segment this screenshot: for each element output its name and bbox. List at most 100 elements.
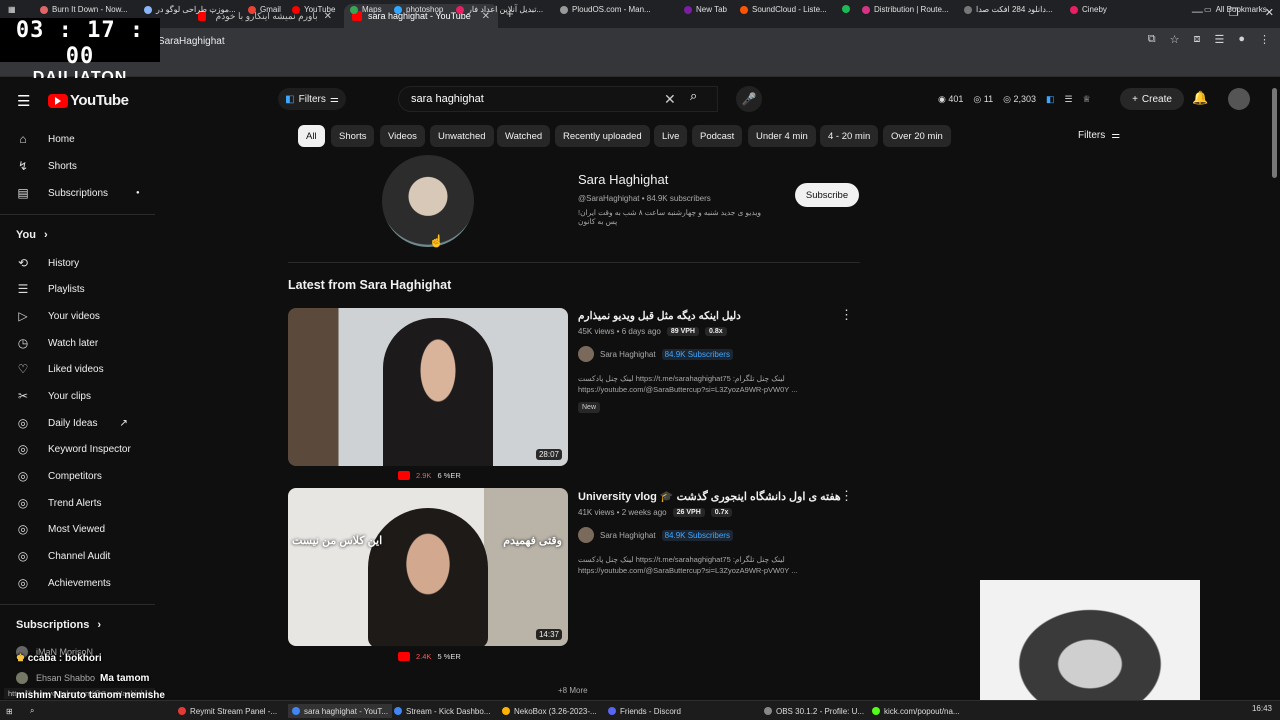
more-actions-icon[interactable]: ⋮ [840,488,853,504]
search-icon[interactable]: ⌕ [690,88,697,104]
vidiq-icon: ◎ [17,549,29,563]
video-title[interactable]: University vlog 🎓 هفته ی اول دانشگاه این… [578,490,841,503]
sidebar-divider [0,604,155,605]
video-channel[interactable]: Sara Haghighat 84.9K Subscribers [578,527,733,543]
video-channel[interactable]: Sara Haghighat 84.9K Subscribers [578,346,733,362]
bookmark[interactable]: New Tab [684,5,727,14]
bookmark[interactable]: photoshop [394,5,443,14]
bookmark[interactable]: Cineby [1070,5,1107,14]
tune-icon: ⚌ [1111,130,1121,141]
microphone-icon[interactable]: 🎤 [736,86,762,112]
chip-videos[interactable]: Videos [380,125,425,147]
channel-meta: @SaraHaghighat • 84.9K subscribers [578,194,711,203]
all-bookmarks[interactable]: ▭ All Bookmarks [1204,5,1267,14]
sidebar-item-home[interactable]: ⌂ Home [16,132,74,146]
taskbar-item[interactable]: Stream - Kick Dashbo... [394,704,490,718]
apps-icon[interactable]: ▦ [8,5,16,14]
filters-extension-button[interactable]: ◧ Filters ⚌ [278,88,346,110]
sidebar-item-most-viewed[interactable]: ◎ Most Viewed [16,522,105,536]
bookmark[interactable]: YouTube [292,5,335,14]
subscribe-button[interactable]: Subscribe [795,183,859,207]
chevron-right-icon: › [43,229,48,241]
sidebar-item-playlists[interactable]: ☰ Playlists [16,282,85,296]
trophy-icon[interactable]: ♕ [1083,94,1091,105]
list-icon[interactable]: ☰ [1065,94,1073,105]
bookmark[interactable]: موزت طراحی لوگو در... [144,5,236,14]
bookmark[interactable]: Burn It Down - Now... [40,5,128,14]
create-button[interactable]: + Create [1120,88,1184,110]
sidebar-item-channel-audit[interactable]: ◎ Channel Audit [16,549,111,563]
sidebar-item-liked-videos[interactable]: ♡ Liked videos [16,362,104,376]
bookmark[interactable]: SoundCloud - Liste... [740,5,827,14]
clear-search-icon[interactable]: ✕ [664,91,676,108]
taskbar-item[interactable]: Friends - Discord [608,704,681,718]
chip-4-20-min[interactable]: 4 - 20 min [820,125,879,147]
bookmark[interactable]: Distribution | Route... [862,5,949,14]
vidiq-icon: ◎ [17,522,29,536]
sidebar-you-header[interactable]: You › [16,229,48,241]
sidebar-item-daily-ideas[interactable]: ◎ Daily Ideas ↗ [16,416,128,430]
bookmark[interactable]: دانلود 284 افکت صدا... [964,5,1053,14]
install-icon[interactable]: ⧉ [1148,33,1156,46]
chip-shorts[interactable]: Shorts [331,125,375,147]
bookmark[interactable]: PloudOS.com - Man... [560,5,651,14]
taskbar-item[interactable]: kick.com/popout/na... [872,704,960,718]
minimize-icon[interactable]: — [1192,6,1203,19]
chip-unwatched[interactable]: Unwatched [430,125,494,147]
taskbar-item[interactable]: sara haghighat - YouT... [288,704,393,718]
more-results-link[interactable]: +8 More [558,686,588,695]
chat-message: Ma tamom [100,673,150,684]
channel-avatar[interactable] [382,155,474,247]
stream-timer-overlay: 03 : 17 : 00 DAILIATON [0,18,160,86]
taskbar-item[interactable]: Reymit Stream Panel -... [178,704,277,718]
taskbar-clock: 16:43 [1251,704,1272,713]
hamburger-menu-icon[interactable]: ☰ [17,92,30,110]
chip-live[interactable]: Live [654,125,688,147]
chip-all[interactable]: All [298,125,325,147]
account-avatar[interactable] [1228,88,1250,110]
chip-recently-uploaded[interactable]: Recently uploaded [555,125,650,147]
video-thumbnail[interactable]: این کلاس من نیست وقتی فهمیدم 14:37 [288,488,568,646]
profile-icon[interactable]: ● [1238,33,1245,46]
address-bar-icons: ⧉ ☆ ⧈ ☰ ● ⋮ [1148,33,1270,46]
start-icon[interactable]: ⊞ [6,704,13,718]
menu-icon[interactable]: ⋮ [1259,33,1270,46]
extension-icon[interactable]: ◧ [1046,94,1055,105]
search-filters-button[interactable]: Filters ⚌ [1078,130,1120,141]
sidebar-item-keyword-inspector[interactable]: ◎ Keyword Inspector [16,442,131,456]
sidebar-item-subscriptions[interactable]: ▤ Subscriptions ● [16,186,139,200]
sidebar-subscriptions-header[interactable]: Subscriptions › [16,619,101,631]
page-scrollbar[interactable] [1272,88,1277,178]
chip-under-4-min[interactable]: Under 4 min [748,125,816,147]
taskbar-item[interactable]: OBS 30.1.2 - Profile: U... [764,704,864,718]
bookmark[interactable] [842,5,850,13]
sidebar-item-achievements[interactable]: ◎ Achievements [16,576,111,590]
channel-name[interactable]: Sara Haghighat [578,172,668,187]
thumbnail-person [383,318,493,466]
sidebar-item-your-clips[interactable]: ✂ Your clips [16,389,91,403]
sidebar-item-history[interactable]: ⟲ History [16,256,79,270]
more-actions-icon[interactable]: ⋮ [840,307,853,323]
sidebar-subscription-item[interactable]: Ehsan Shabbo [16,672,95,684]
sidebar-item-trend-alerts[interactable]: ◎ Trend Alerts [16,496,102,510]
taskbar-item[interactable]: NekoBox (3.26-2023-... [502,704,597,718]
chip-podcast[interactable]: Podcast [692,125,743,147]
video-title[interactable]: دلیل اینکه دیگه مثل قبل ویدیو نمیذارم [578,310,741,322]
notifications-bell-icon[interactable]: 🔔 [1192,90,1208,106]
bookmark[interactable]: Gmail [248,5,281,14]
extensions-icon[interactable]: ⧈ [1193,33,1200,46]
vidiq-icon: ◎ [17,576,29,590]
sidebar-item-competitors[interactable]: ◎ Competitors [16,469,102,483]
sidebar-item-shorts[interactable]: ↯ Shorts [16,159,77,173]
bookmark[interactable]: تبدیل آنلاین اعداد فار... [456,5,543,14]
video-thumbnail[interactable]: 28:07 [288,308,568,466]
bookmark[interactable]: Maps [350,5,382,14]
youtube-logo[interactable]: YouTube [48,92,129,109]
chip-over-20-min[interactable]: Over 20 min [883,125,951,147]
bookmark-star-icon[interactable]: ☆ [1170,33,1180,46]
tab-search-icon[interactable]: ☰ [1214,33,1224,46]
sidebar-item-your-videos[interactable]: ▷ Your videos [16,309,100,323]
search-icon[interactable]: ⌕ [30,704,34,718]
sidebar-item-watch-later[interactable]: ◷ Watch later [16,336,98,350]
chip-watched[interactable]: Watched [497,125,551,147]
